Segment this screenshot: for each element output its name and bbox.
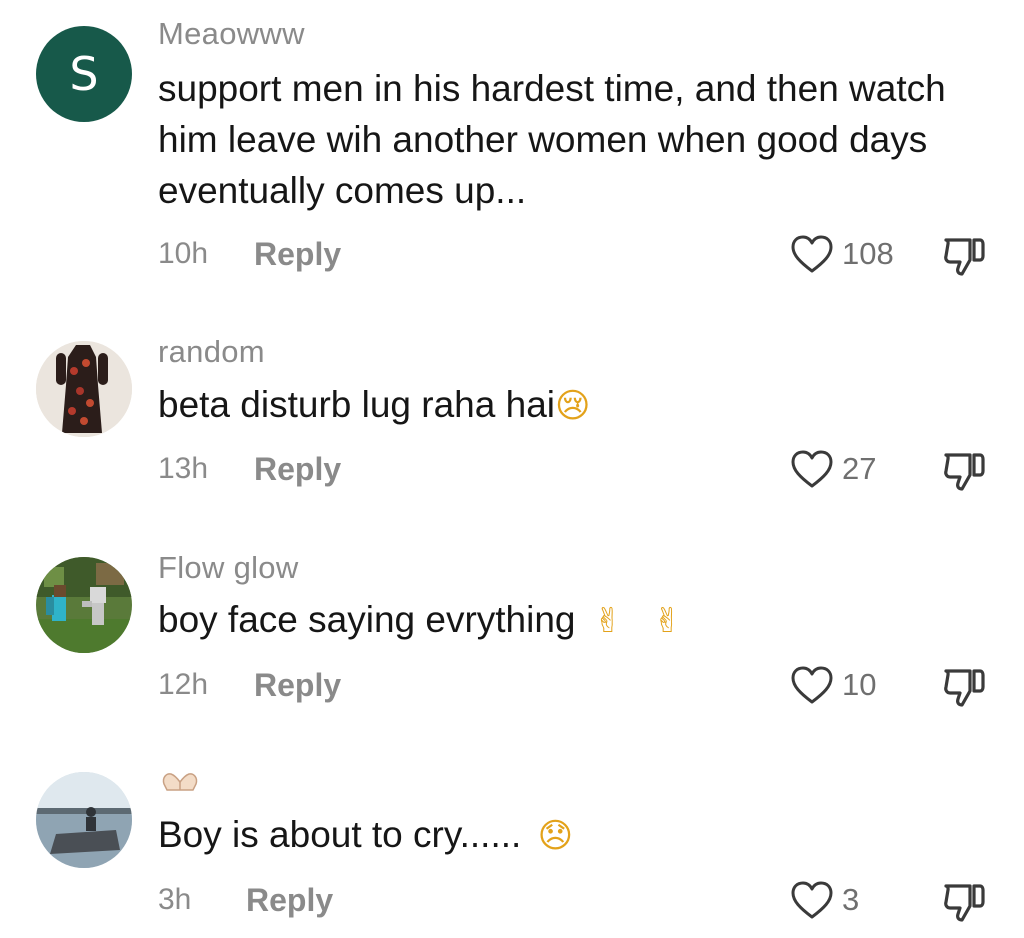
comment-timestamp: 12h xyxy=(158,668,209,701)
avatar[interactable] xyxy=(36,341,132,437)
disappointed-face-emoji: 😞 xyxy=(537,816,574,856)
heart-outline-icon xyxy=(791,666,833,704)
comment-timestamp: 13h xyxy=(158,452,209,485)
comment-actions: 13h Reply 27 xyxy=(0,449,1024,491)
comment-text: boy face saying evrything ✌ ✌ xyxy=(158,594,1008,647)
like-count: 3 xyxy=(842,882,860,917)
avatar[interactable] xyxy=(36,557,132,653)
like-count: 108 xyxy=(842,236,894,271)
comment-actions: 12h Reply 10 xyxy=(0,665,1024,707)
thumbs-down-icon[interactable] xyxy=(942,234,988,278)
heart-outline-icon xyxy=(791,881,833,919)
like-count: 10 xyxy=(842,667,877,702)
reply-button[interactable]: Reply xyxy=(254,665,341,705)
reply-button[interactable]: Reply xyxy=(254,234,341,274)
heart-hands-icon xyxy=(162,773,198,791)
like-button[interactable]: 108 xyxy=(790,234,894,274)
heart-outline-icon xyxy=(791,450,833,488)
thumbs-down-icon[interactable] xyxy=(942,449,988,493)
like-button[interactable]: 3 xyxy=(790,880,859,920)
comment-username[interactable]: Meaowww xyxy=(158,16,305,52)
thumbs-down-icon[interactable] xyxy=(942,665,988,709)
comment-text: beta disturb lug raha hai😢 xyxy=(158,379,1008,432)
crying-face-emoji: 😢 xyxy=(555,386,591,426)
like-button[interactable]: 27 xyxy=(790,449,876,489)
comment-text-content: Boy is about to cry...... xyxy=(158,814,532,855)
comment-actions: 10h Reply 108 xyxy=(0,234,1024,276)
comment-timestamp: 10h xyxy=(158,237,209,270)
avatar-image xyxy=(36,557,132,653)
like-count: 27 xyxy=(842,451,877,486)
avatar[interactable] xyxy=(36,772,132,868)
avatar-letter: S xyxy=(69,47,99,101)
heart-outline-icon xyxy=(791,235,833,273)
comment-text: support men in his hardest time, and the… xyxy=(158,68,946,211)
comment-text-content: beta disturb lug raha hai xyxy=(158,384,555,425)
comment-actions: 3h Reply 3 xyxy=(0,880,1024,922)
avatar-image xyxy=(36,341,132,437)
victory-hand-emoji: ✌ ✌ xyxy=(593,601,692,641)
comment-username[interactable]: Flow glow xyxy=(158,550,299,586)
comment-timestamp: 3h xyxy=(158,883,192,916)
comment-username[interactable]: random xyxy=(158,334,265,370)
comment-text-content: boy face saying evrything xyxy=(158,599,586,640)
avatar-image xyxy=(36,772,132,868)
thumbs-down-icon[interactable] xyxy=(942,880,988,924)
avatar[interactable]: S xyxy=(36,26,132,122)
reply-button[interactable]: Reply xyxy=(246,880,333,920)
like-button[interactable]: 10 xyxy=(790,665,876,705)
comment-text: Boy is about to cry...... 😞 xyxy=(158,809,1008,862)
reply-button[interactable]: Reply xyxy=(254,449,341,489)
